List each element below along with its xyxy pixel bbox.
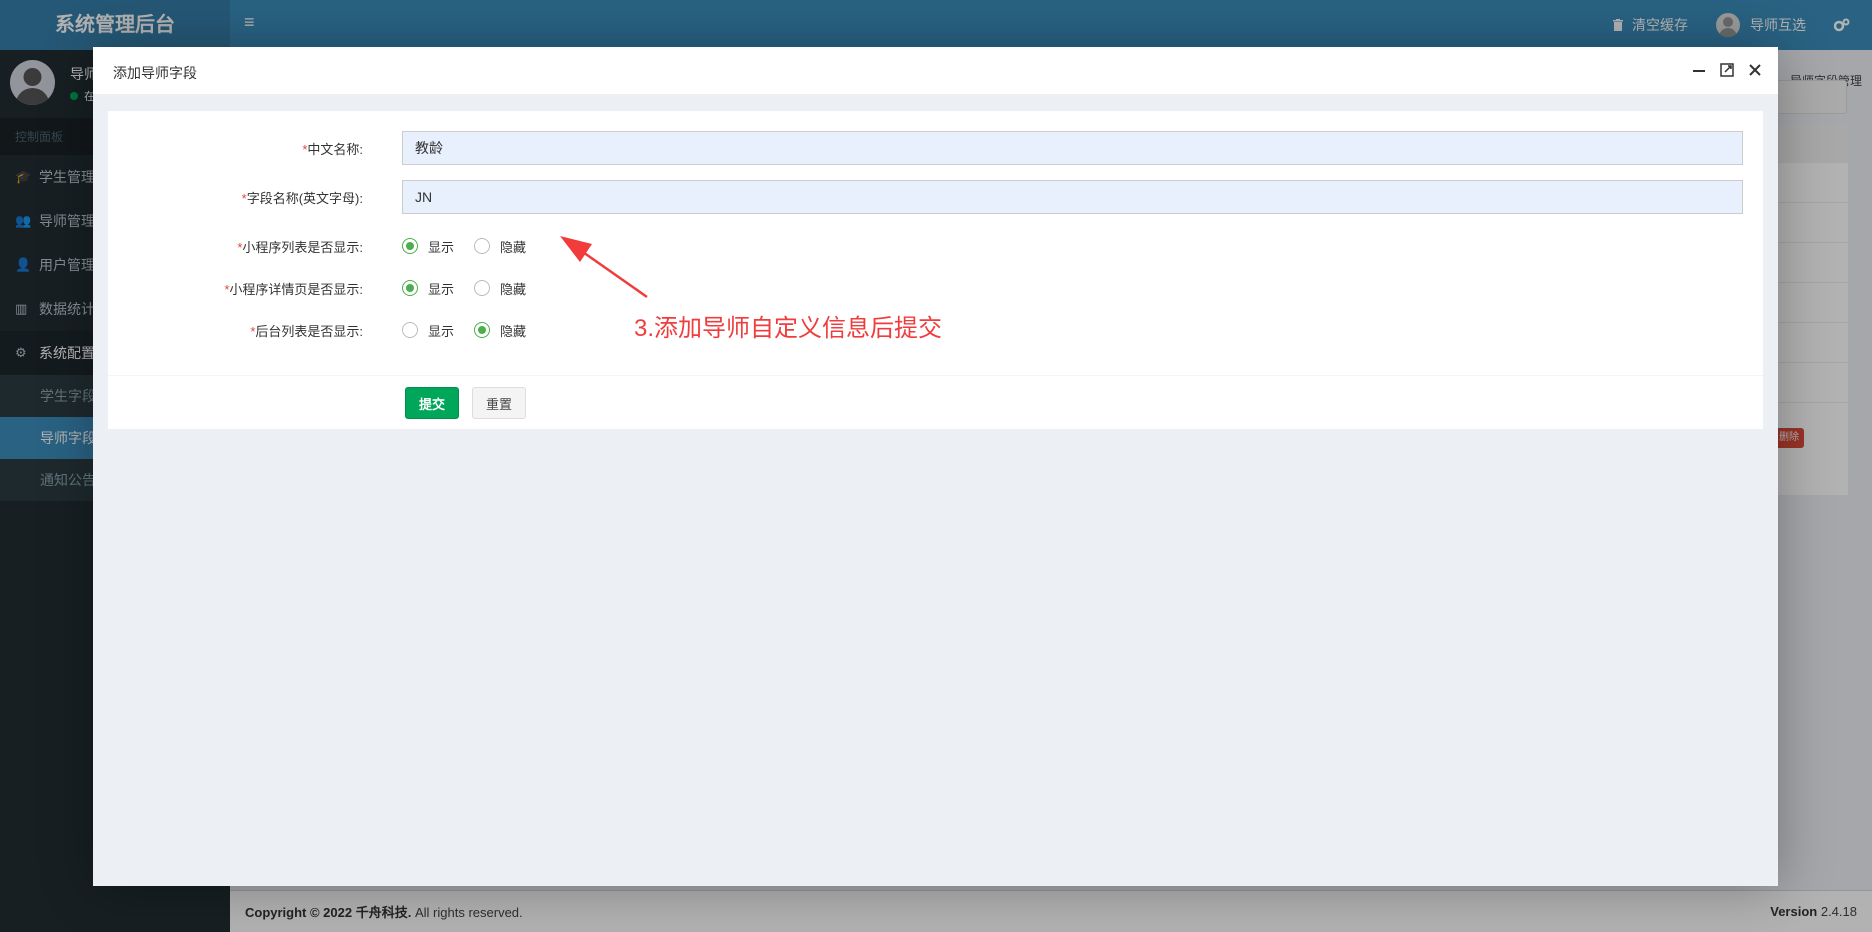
radio-checked-icon xyxy=(402,238,418,254)
mini-detail-visible-radios: 显示 隐藏 xyxy=(402,279,546,298)
mini-detail-hide-radio[interactable]: 隐藏 xyxy=(474,279,526,298)
admin-list-hide-radio[interactable]: 隐藏 xyxy=(474,321,526,340)
annotation-text: 3.添加导师自定义信息后提交 xyxy=(634,315,943,342)
form-row-field-name: *字段名称(英文字母): xyxy=(108,180,1763,214)
cn-name-label: *中文名称: xyxy=(302,141,363,157)
minimize-icon[interactable] xyxy=(1690,61,1708,79)
close-icon[interactable] xyxy=(1746,61,1764,79)
submit-button[interactable]: 提交 xyxy=(405,387,459,419)
mini-detail-show-radio[interactable]: 显示 xyxy=(402,279,454,298)
modal-body: *中文名称: *字段名称(英文字母): *小程序列表是否显示: 显示 隐藏 *小… xyxy=(93,95,1778,886)
maximize-icon[interactable] xyxy=(1718,61,1736,79)
mini-list-visible-label: *小程序列表是否显示: xyxy=(237,239,363,255)
field-name-label: *字段名称(英文字母): xyxy=(241,190,363,206)
form-row-mini-detail-visible: *小程序详情页是否显示: 显示 隐藏 xyxy=(108,271,1763,305)
modal-header: 添加导师字段 xyxy=(93,47,1778,95)
modal-title: 添加导师字段 xyxy=(113,65,197,81)
radio-unchecked-icon xyxy=(474,238,491,254)
radio-unchecked-icon xyxy=(474,280,491,296)
add-tutor-field-modal: 添加导师字段 *中文名称: *字段名称(英文字母): *小程序列表是否显示: 显… xyxy=(93,47,1778,886)
field-form: *中文名称: *字段名称(英文字母): *小程序列表是否显示: 显示 隐藏 *小… xyxy=(108,111,1763,429)
admin-list-show-radio[interactable]: 显示 xyxy=(402,321,454,340)
modal-controls xyxy=(1690,61,1764,79)
mini-list-show-radio[interactable]: 显示 xyxy=(402,237,454,256)
mini-list-hide-radio[interactable]: 隐藏 xyxy=(474,237,526,256)
mini-detail-visible-label: *小程序详情页是否显示: xyxy=(224,281,363,297)
form-row-cn-name: *中文名称: xyxy=(108,131,1763,165)
field-name-input[interactable] xyxy=(402,180,1743,214)
mini-list-visible-radios: 显示 隐藏 xyxy=(402,237,546,256)
reset-button[interactable]: 重置 xyxy=(472,387,526,419)
admin-list-visible-radios: 显示 隐藏 xyxy=(402,321,546,340)
radio-unchecked-icon xyxy=(402,322,418,338)
radio-checked-icon xyxy=(402,280,418,296)
cn-name-input[interactable] xyxy=(402,131,1743,165)
form-actions: 提交 重置 xyxy=(108,375,1763,429)
form-row-mini-list-visible: *小程序列表是否显示: 显示 隐藏 xyxy=(108,229,1763,263)
admin-list-visible-label: *后台列表是否显示: xyxy=(250,323,363,339)
radio-checked-icon xyxy=(474,322,491,338)
